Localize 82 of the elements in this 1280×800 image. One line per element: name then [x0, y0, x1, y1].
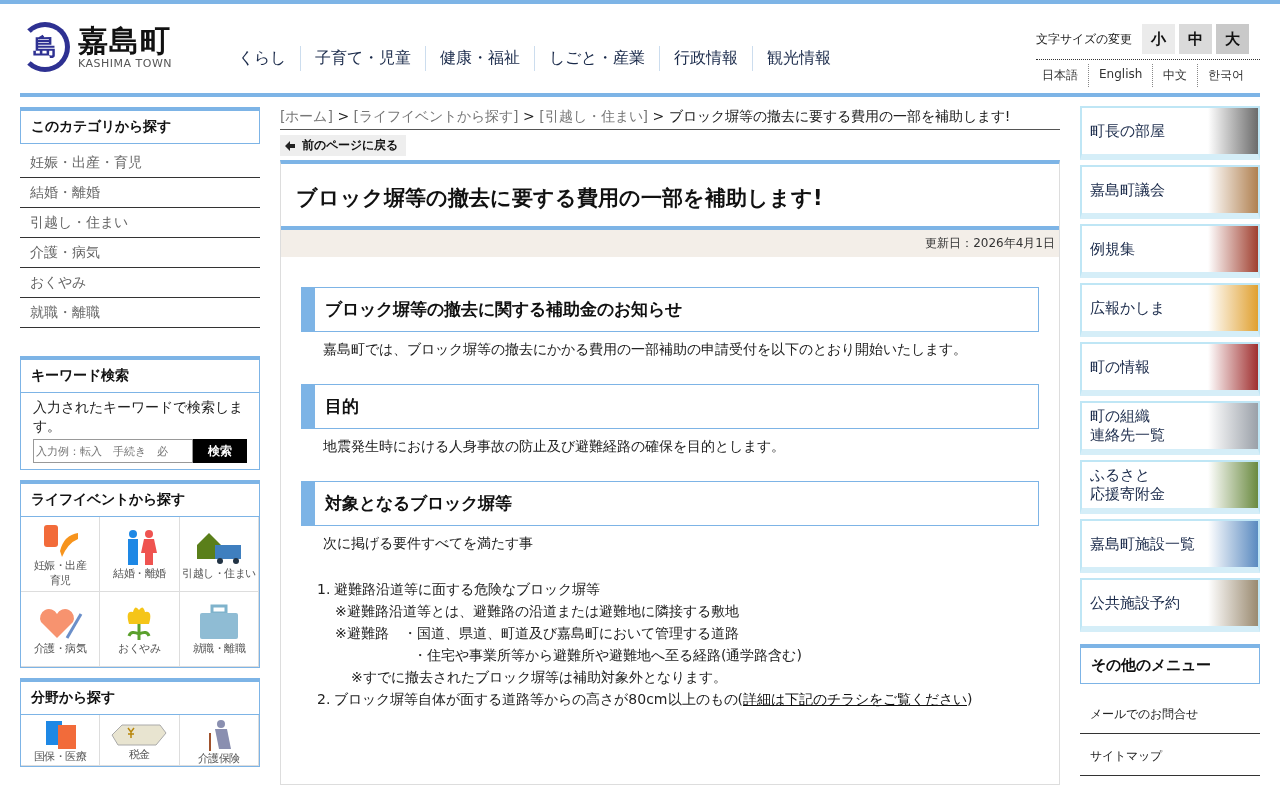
breadcrumb-link[interactable]: [ホーム] [280, 108, 333, 124]
menu-link[interactable]: メールでのお問合せ [1080, 692, 1260, 734]
site-logo-name[interactable]: 嘉島町 [78, 24, 173, 57]
category-link[interactable]: 引越し・住まい [20, 208, 260, 238]
font-size-button[interactable]: 小 [1142, 24, 1175, 54]
font-size-button[interactable]: 大 [1216, 24, 1249, 54]
category-link[interactable]: 就職・離職 [20, 298, 260, 328]
list-number: 2. [317, 690, 331, 709]
banner-link[interactable]: 公共施設予約 [1080, 578, 1260, 632]
category-tile[interactable]: 介護保険 [179, 715, 259, 766]
list-item-text: ブロック塀等自体が面する道路等からの高さが80cm以上のもの(詳細は下記のチラシをご覧ください) [334, 690, 973, 709]
section-heading: ライフイベントから探す [21, 484, 259, 517]
note-text: ・住宅や事業所等から避難所や避難地へ至る経路(通学路含む) [412, 646, 802, 665]
nav-link[interactable]: 行政情報 [659, 46, 753, 71]
category-link[interactable]: 結婚・離婚 [20, 178, 260, 208]
banner-link[interactable]: 例規集 [1080, 224, 1260, 278]
breadcrumb: [ホーム] > [ライフイベントから探す] > [引越し・住まい] > ブロック塀等の撤去に要する費用の一部を補助します! [280, 105, 1060, 130]
body-text: 地震発生時における人身事故の防止及び避難経路の確保を目的とします。 [322, 437, 786, 456]
search-field[interactable]: 入力例：転入 手続き 必 [33, 439, 193, 463]
photo-placeholder [1208, 167, 1258, 213]
language-link[interactable]: 한국어 [1197, 64, 1255, 87]
category-tile[interactable]: 妊娠・出産 育児 [21, 517, 101, 592]
body-text: 次に掲げる要件すべてを満たす事 [322, 534, 534, 553]
photo-placeholder [1208, 108, 1258, 154]
menu-link[interactable]: サイトマップ [1080, 734, 1260, 776]
banner-link[interactable]: 町の情報 [1080, 342, 1260, 396]
section-heading: その他のメニュー [1090, 655, 1212, 676]
banner-link[interactable]: ふるさと 応援寄附金 [1080, 460, 1260, 514]
language-link[interactable]: English [1088, 64, 1153, 87]
category-icon [44, 719, 77, 749]
font-size-label: 文字サイズの変更 [1036, 30, 1132, 48]
search-button[interactable]: 検索 [193, 439, 247, 463]
nav-link[interactable]: 健康・福祉 [425, 46, 535, 71]
category-tile[interactable]: 引越し・住まい [179, 517, 259, 592]
note-text: ※すでに撤去されたブロック塀等は補助対象外となります。 [350, 668, 727, 687]
category-tile[interactable]: おくやみ [100, 592, 180, 667]
section-heading: このカテゴリから探す [20, 107, 260, 144]
language-link[interactable]: 中文 [1152, 64, 1198, 87]
note-text: ※避難路 ・国道、県道、町道及び嘉島町において管理する道路 [334, 624, 739, 643]
category-link[interactable]: 介護・病気 [20, 238, 260, 268]
photo-placeholder [1208, 521, 1258, 567]
photo-placeholder [1208, 226, 1258, 272]
section-heading: 分野から探す [21, 682, 259, 715]
nav-link[interactable]: しごと・産業 [534, 46, 660, 71]
left-arrow-icon [284, 139, 296, 152]
category-tile[interactable]: 結婚・離婚 [100, 517, 180, 592]
nav-link[interactable]: 子育て・児童 [300, 46, 426, 71]
list-number: 1. [317, 580, 331, 599]
banner-link[interactable]: 嘉島町議会 [1080, 165, 1260, 219]
photo-placeholder [1208, 580, 1258, 626]
category-tile[interactable]: 国保・医療 [21, 715, 101, 766]
category-link[interactable]: 妊娠・出産・育児 [20, 148, 260, 178]
updated-date: 更新日：2026年4月1日 [281, 230, 1059, 257]
category-tile[interactable]: 介護・病気 [21, 592, 101, 667]
breadcrumb-link[interactable]: [引越し・住まい] [539, 108, 649, 124]
font-size-button[interactable]: 中 [1179, 24, 1212, 54]
section-heading: ブロック塀等の撤去に関する補助金のお知らせ [301, 287, 1039, 332]
site-logo-subtitle: KASHIMA TOWN [78, 56, 173, 70]
search-description: 入力されたキーワードで検索します。 [33, 398, 244, 436]
category-tile[interactable]: 就職・離職 [179, 592, 259, 667]
photo-placeholder [1208, 344, 1258, 390]
banner-link[interactable]: 町長の部屋 [1080, 106, 1260, 160]
category-link[interactable]: おくやみ [20, 268, 260, 298]
category-tile[interactable]: 税金 [100, 715, 180, 766]
back-button[interactable]: 前のページに戻る [280, 135, 406, 156]
note-text: ※避難路沿道等とは、避難路の沿道または避難地に隣接する敷地 [334, 602, 739, 621]
photo-placeholder [1208, 285, 1258, 331]
body-text: 嘉島町では、ブロック塀等の撤去にかかる費用の一部補助の申請受付を以下のとおり開始いたします。 [322, 340, 968, 359]
banner-link[interactable]: 町の組織 連絡先一覧 [1080, 401, 1260, 455]
nav-link[interactable]: くらし [234, 46, 301, 71]
photo-placeholder [1208, 462, 1258, 508]
breadcrumb-link[interactable]: [ライフイベントから探す] [353, 108, 519, 124]
banner-link[interactable]: 嘉島町施設一覧 [1080, 519, 1260, 573]
section-heading: 対象となるブロック塀等 [301, 481, 1039, 526]
list-item-text: 避難路沿道等に面する危険なブロック塀等 [334, 580, 601, 599]
section-heading: キーワード検索 [21, 360, 259, 393]
section-heading: 目的 [301, 384, 1039, 429]
detail-link[interactable]: 詳細は下記のチラシをご覧ください [743, 691, 967, 707]
banner-link[interactable]: 広報かしま [1080, 283, 1260, 337]
nav-link[interactable]: 観光情報 [752, 46, 846, 71]
photo-placeholder [1208, 403, 1258, 449]
language-link[interactable]: 日本語 [1036, 64, 1088, 87]
